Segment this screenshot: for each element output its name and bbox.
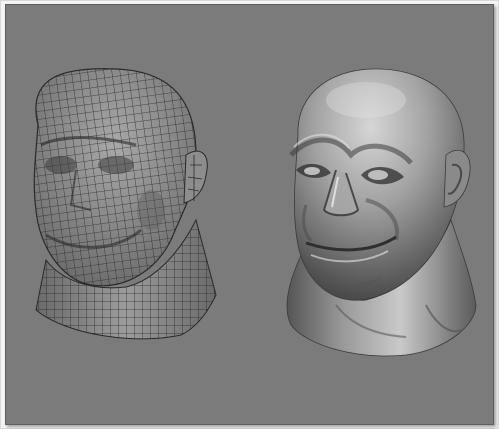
- shaded-head-model[interactable]: [286, 68, 477, 357]
- wireframe-head-model[interactable]: [6, 47, 232, 355]
- 3d-viewport[interactable]: [5, 4, 494, 425]
- viewport-canvas: [6, 47, 477, 357]
- screenshot-frame: [0, 0, 499, 429]
